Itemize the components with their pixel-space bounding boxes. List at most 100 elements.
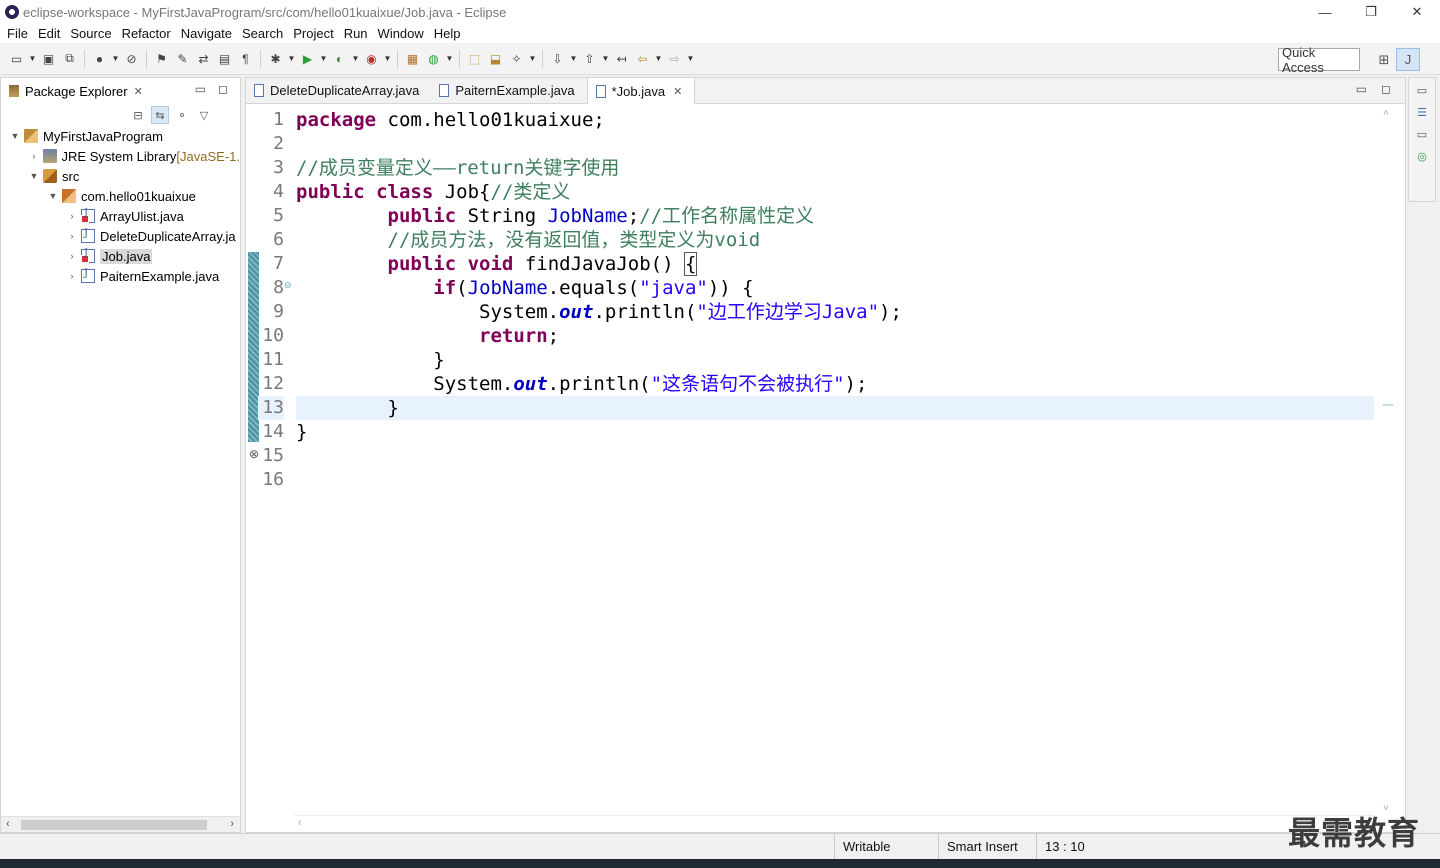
menu-run[interactable]: Run — [339, 26, 373, 41]
menu-refactor[interactable]: Refactor — [117, 26, 176, 41]
menu-window[interactable]: Window — [373, 26, 429, 41]
tree-item[interactable]: › ArrayUlist.java — [1, 206, 240, 226]
scroll-up-icon[interactable]: ˄ — [1383, 108, 1389, 119]
open-task-icon[interactable]: ⬓ — [486, 49, 505, 68]
skip-breakpoints-icon[interactable]: ⊘ — [122, 49, 141, 68]
next-annotation-dropdown-icon[interactable]: ▼ — [569, 49, 578, 68]
coverage-dropdown-icon[interactable]: ▼ — [351, 49, 360, 68]
quick-access-input[interactable]: Quick Access — [1278, 45, 1360, 75]
block-selection-icon[interactable]: ⇄ — [194, 49, 213, 68]
tree-item[interactable]: › JRE System Library [JavaSE-1. — [1, 146, 240, 166]
run-dropdown-icon[interactable]: ▼ — [319, 49, 328, 68]
forward-dropdown-icon[interactable]: ▼ — [686, 49, 695, 68]
previous-annotation-dropdown-icon[interactable]: ▼ — [601, 49, 610, 68]
code-line[interactable] — [296, 444, 1374, 468]
external-tools-dropdown-icon[interactable]: ▼ — [383, 49, 392, 68]
last-edit-location-icon[interactable]: ↤ — [612, 49, 631, 68]
code-line[interactable]: public void findJavaJob() { — [296, 252, 1374, 276]
code-text-area[interactable]: package com.hello01kuaixue; //成员变量定义——ret… — [296, 104, 1374, 816]
collapse-arrow-icon[interactable]: › — [28, 151, 40, 161]
code-line[interactable] — [296, 468, 1374, 492]
package-explorer-tab[interactable]: Package Explorer ✕ — [1, 78, 161, 104]
restore-view-icon[interactable]: ▭ — [1411, 124, 1433, 144]
collapse-arrow-icon[interactable]: › — [66, 231, 78, 241]
code-line[interactable]: } — [296, 348, 1374, 372]
code-line[interactable] — [296, 132, 1374, 156]
outline-icon[interactable]: ☰ — [1411, 102, 1433, 122]
word-wrap-icon[interactable]: ▤ — [215, 49, 234, 68]
code-line[interactable]: } — [296, 420, 1374, 444]
scroll-right-icon[interactable]: › — [230, 818, 234, 830]
restore-button[interactable]: ❐ — [1348, 0, 1394, 24]
show-whitespace-icon[interactable]: ¶ — [236, 49, 255, 68]
horizontal-scrollbar[interactable]: ‹ › — [1, 816, 240, 832]
status-insert-mode[interactable]: Smart Insert — [938, 834, 1036, 859]
code-line[interactable]: package com.hello01kuaixue; — [296, 108, 1374, 132]
overview-marker[interactable] — [1383, 404, 1393, 406]
code-line[interactable]: //成员方法，没有返回值，类型定义为void — [296, 228, 1374, 252]
expand-arrow-icon[interactable]: ▼ — [28, 171, 40, 181]
tree-item[interactable]: › DeleteDuplicateArray.ja — [1, 226, 240, 246]
close-icon[interactable]: ✕ — [134, 85, 143, 98]
focus-icon[interactable]: ⚬ — [173, 106, 191, 124]
menu-navigate[interactable]: Navigate — [176, 26, 237, 41]
mark-occurrences-icon[interactable]: ✎ — [173, 49, 192, 68]
menu-file[interactable]: File — [2, 26, 33, 41]
collapse-arrow-icon[interactable]: › — [66, 211, 78, 221]
close-tab-icon[interactable]: ✕ — [673, 85, 682, 98]
new-class-icon[interactable]: ◍ — [424, 49, 443, 68]
menu-help[interactable]: Help — [429, 26, 466, 41]
user-icon[interactable]: ● — [90, 49, 109, 68]
save-icon[interactable]: ▣ — [39, 49, 58, 68]
menu-edit[interactable]: Edit — [33, 26, 65, 41]
next-annotation-icon[interactable]: ⇩ — [548, 49, 567, 68]
view-menu-icon[interactable]: ▽ — [195, 106, 213, 124]
code-line[interactable]: if(JobName.equals("java")) { — [296, 276, 1374, 300]
editor-tab[interactable]: PaiternExample.java — [431, 78, 586, 103]
search-dropdown-icon[interactable]: ▼ — [528, 49, 537, 68]
collapse-all-icon[interactable]: ⊟ — [129, 106, 147, 124]
debug-dropdown-icon[interactable]: ▼ — [287, 49, 296, 68]
scroll-left-icon[interactable]: ‹ — [6, 818, 10, 830]
tree-item[interactable]: ▼ MyFirstJavaProgram — [1, 126, 240, 146]
expand-arrow-icon[interactable]: ▼ — [47, 191, 59, 201]
code-line[interactable]: //成员变量定义——return关键字使用 — [296, 156, 1374, 180]
editor-tab[interactable]: DeleteDuplicateArray.java — [246, 78, 431, 103]
maximize-editor-icon[interactable]: ◻ — [1381, 82, 1391, 96]
previous-annotation-icon[interactable]: ⇧ — [580, 49, 599, 68]
java-perspective-icon[interactable]: J — [1396, 48, 1420, 71]
external-tools-icon[interactable]: ◉ — [362, 49, 381, 68]
code-line[interactable]: } — [296, 396, 1374, 420]
search-icon[interactable]: ✧ — [507, 49, 526, 68]
minimize-view-icon[interactable]: ▭ — [195, 82, 206, 96]
restore-view-icon[interactable]: ▭ — [1411, 80, 1433, 100]
code-line[interactable]: public class Job{//类定义 — [296, 180, 1374, 204]
forward-icon[interactable]: ⇨ — [665, 49, 684, 68]
fold-toggle-icon[interactable]: ⊖ — [284, 280, 292, 291]
run-icon[interactable]: ▶ — [298, 49, 317, 68]
back-dropdown-icon[interactable]: ▼ — [654, 49, 663, 68]
minimize-button[interactable]: — — [1302, 0, 1348, 24]
debug-icon[interactable]: ✱ — [266, 49, 285, 68]
new-file-icon[interactable]: ▭ — [7, 49, 26, 68]
link-with-editor-icon[interactable]: ⇆ — [151, 106, 169, 124]
maximize-view-icon[interactable]: ◻ — [218, 82, 228, 96]
menu-project[interactable]: Project — [288, 26, 338, 41]
code-line[interactable]: return; — [296, 324, 1374, 348]
task-list-icon[interactable]: ◎ — [1411, 146, 1433, 166]
menu-source[interactable]: Source — [65, 26, 116, 41]
editor-horizontal-scrollbar[interactable]: ‹ — [294, 815, 1374, 832]
tree-item[interactable]: ▼ com.hello01kuaixue — [1, 186, 240, 206]
coverage-icon[interactable]: ◐ — [330, 49, 349, 68]
save-all-icon[interactable]: ⧉ — [60, 49, 79, 68]
new-class-dropdown-icon[interactable]: ▼ — [445, 49, 454, 68]
menu-search[interactable]: Search — [237, 26, 288, 41]
new-package-icon[interactable]: ▦ — [403, 49, 422, 68]
tree-item[interactable]: › Job.java — [1, 246, 240, 266]
back-icon[interactable]: ⇦ — [633, 49, 652, 68]
code-line[interactable]: System.out.println("边工作边学习Java"); — [296, 300, 1374, 324]
open-type-icon[interactable]: ⬚ — [465, 49, 484, 68]
user-dropdown-icon[interactable]: ▼ — [111, 49, 120, 68]
expand-arrow-icon[interactable]: ▼ — [9, 131, 21, 141]
scrollbar-thumb[interactable] — [21, 820, 207, 830]
